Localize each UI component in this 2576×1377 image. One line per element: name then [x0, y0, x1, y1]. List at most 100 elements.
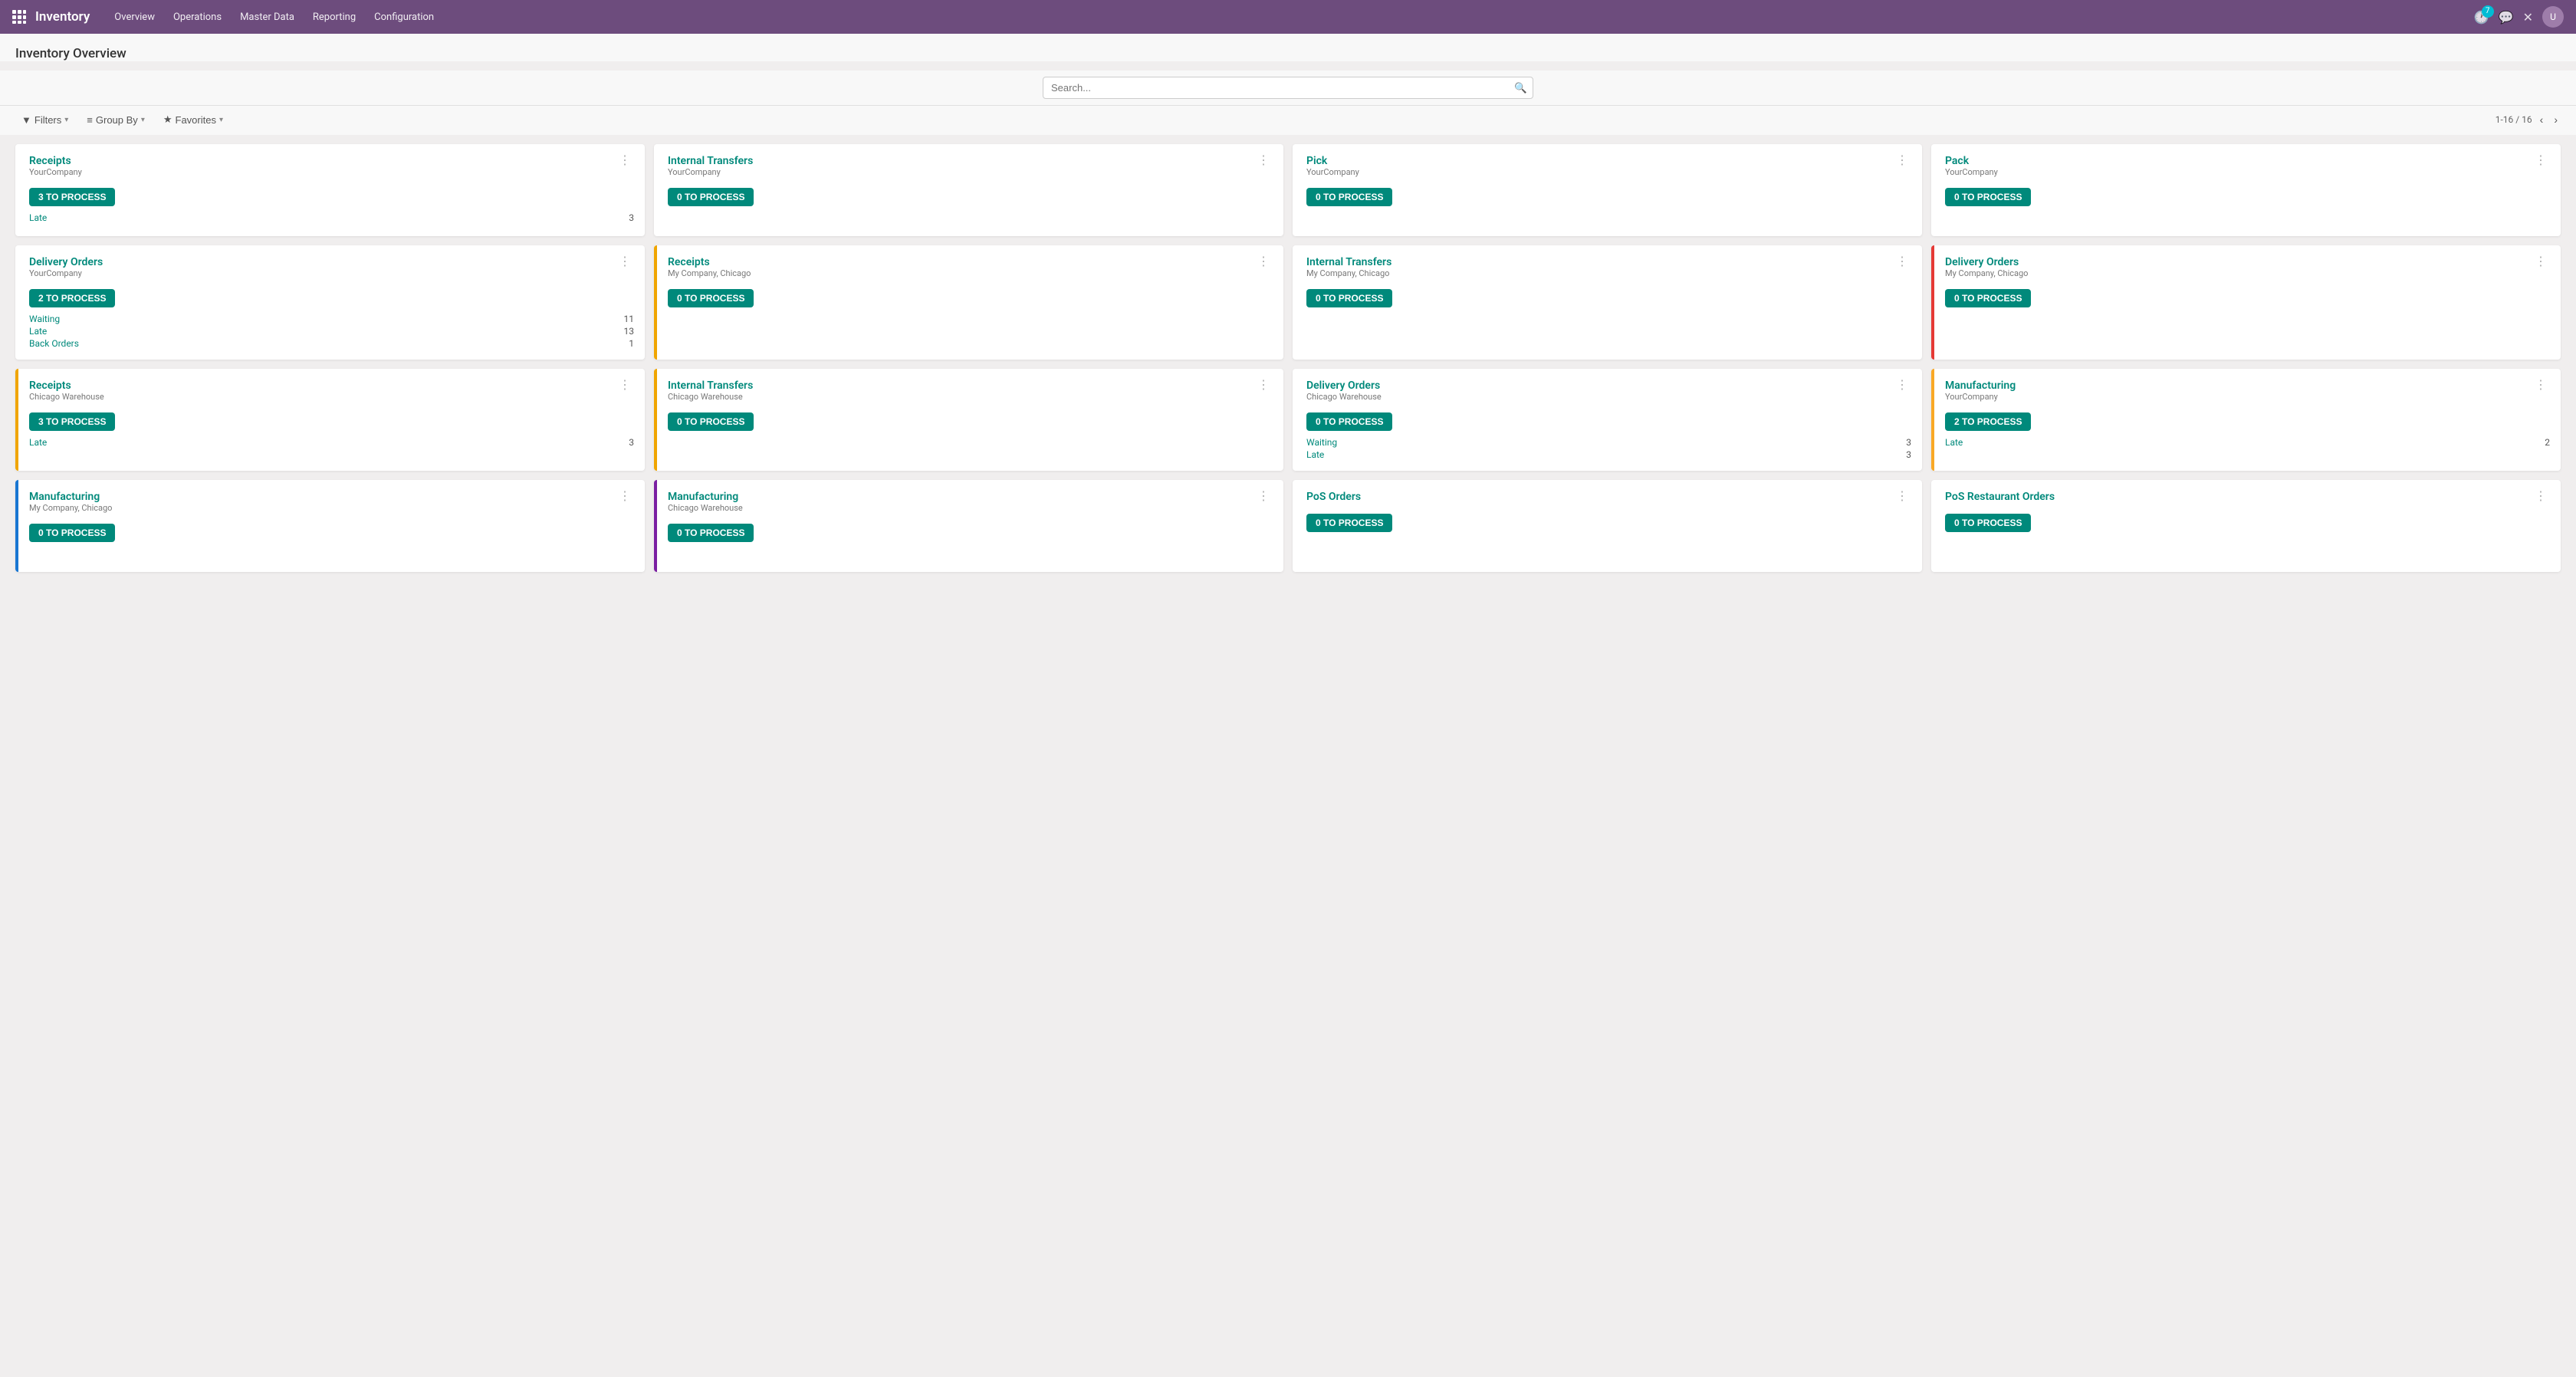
process-button[interactable]: 0 TO PROCESS — [668, 524, 754, 542]
process-button[interactable]: 0 TO PROCESS — [1306, 188, 1392, 206]
card-subtitle: My Company, Chicago — [1945, 268, 2028, 278]
card-menu-button[interactable]: ⋮ — [1893, 491, 1911, 503]
filters-button[interactable]: ▼ Filters ▾ — [15, 111, 74, 129]
card-menu-button[interactable]: ⋮ — [1254, 491, 1273, 503]
card-menu-button[interactable]: ⋮ — [616, 155, 634, 167]
process-button[interactable]: 0 TO PROCESS — [1306, 514, 1392, 532]
app-title: Inventory — [35, 9, 90, 25]
card-menu-button[interactable]: ⋮ — [1893, 256, 1911, 268]
filters-label: Filters — [34, 114, 61, 126]
pagination-text: 1-16 / 16 — [2496, 114, 2532, 125]
card-item[interactable]: Delivery Orders My Company, Chicago ⋮ 0 … — [1931, 245, 2561, 360]
stat-value: 3 — [1906, 449, 1911, 460]
card-stat-row: Late 13 — [29, 326, 634, 337]
page-header: Inventory Overview — [0, 34, 2576, 61]
nav-overview[interactable]: Overview — [114, 12, 155, 23]
stat-label: Late — [1945, 437, 1963, 448]
nav-configuration[interactable]: Configuration — [374, 12, 434, 23]
card-title-group: Internal Transfers Chicago Warehouse — [668, 380, 753, 409]
card-item[interactable]: Delivery Orders Chicago Warehouse ⋮ 0 TO… — [1293, 369, 1922, 471]
card-item[interactable]: Pick YourCompany ⋮ 0 TO PROCESS — [1293, 144, 1922, 236]
process-button[interactable]: 0 TO PROCESS — [1945, 188, 2031, 206]
process-button[interactable]: 0 TO PROCESS — [668, 289, 754, 307]
card-title: Internal Transfers — [668, 155, 753, 167]
card-item[interactable]: Receipts YourCompany ⋮ 3 TO PROCESS Late… — [15, 144, 645, 236]
card-menu-button[interactable]: ⋮ — [2532, 380, 2550, 392]
process-button[interactable]: 0 TO PROCESS — [1945, 289, 2031, 307]
process-button[interactable]: 2 TO PROCESS — [29, 289, 115, 307]
nav-master-data[interactable]: Master Data — [240, 12, 294, 23]
card-item[interactable]: Manufacturing Chicago Warehouse ⋮ 0 TO P… — [654, 480, 1283, 572]
stat-label: Late — [1306, 449, 1324, 460]
card-item[interactable]: Internal Transfers Chicago Warehouse ⋮ 0… — [654, 369, 1283, 471]
card-title: Receipts — [668, 256, 751, 268]
card-header: Pack YourCompany ⋮ — [1945, 155, 2550, 185]
card-item[interactable]: Internal Transfers YourCompany ⋮ 0 TO PR… — [654, 144, 1283, 236]
card-menu-button[interactable]: ⋮ — [1254, 380, 1273, 392]
card-menu-button[interactable]: ⋮ — [616, 491, 634, 503]
card-title: Manufacturing — [1945, 380, 2016, 392]
search-input[interactable] — [1043, 77, 1533, 99]
card-menu-button[interactable]: ⋮ — [1254, 155, 1273, 167]
close-icon[interactable]: ✕ — [2523, 10, 2533, 25]
card-menu-button[interactable]: ⋮ — [1254, 256, 1273, 268]
card-menu-button[interactable]: ⋮ — [616, 256, 634, 268]
filter-group: ▼ Filters ▾ ≡ Group By ▾ ★ Favorites ▾ — [15, 110, 229, 129]
nav-reporting[interactable]: Reporting — [313, 12, 356, 23]
stat-label: Waiting — [29, 314, 60, 324]
user-avatar[interactable]: U — [2542, 6, 2564, 28]
card-item[interactable]: PoS Orders ⋮ 0 TO PROCESS — [1293, 480, 1922, 572]
card-item[interactable]: Receipts Chicago Warehouse ⋮ 3 TO PROCES… — [15, 369, 645, 471]
process-button[interactable]: 2 TO PROCESS — [1945, 412, 2031, 431]
stat-label: Late — [29, 326, 47, 337]
stat-value: 3 — [629, 437, 634, 448]
process-button[interactable]: 0 TO PROCESS — [1306, 412, 1392, 431]
card-title: Delivery Orders — [1306, 380, 1382, 392]
card-header: Manufacturing Chicago Warehouse ⋮ — [668, 491, 1273, 521]
card-item[interactable]: Manufacturing YourCompany ⋮ 2 TO PROCESS… — [1931, 369, 2561, 471]
card-item[interactable]: Delivery Orders YourCompany ⋮ 2 TO PROCE… — [15, 245, 645, 360]
card-item[interactable]: Internal Transfers My Company, Chicago ⋮… — [1293, 245, 1922, 360]
card-title-group: Receipts My Company, Chicago — [668, 256, 751, 286]
nav-operations[interactable]: Operations — [173, 12, 222, 23]
pagination-prev[interactable]: ‹ — [2537, 112, 2547, 127]
process-button[interactable]: 0 TO PROCESS — [1306, 289, 1392, 307]
search-button[interactable]: 🔍 — [1514, 82, 1527, 94]
card-header: Receipts Chicago Warehouse ⋮ — [29, 380, 634, 409]
card-item[interactable]: Manufacturing My Company, Chicago ⋮ 0 TO… — [15, 480, 645, 572]
apps-grid-icon[interactable] — [12, 10, 26, 24]
process-button[interactable]: 3 TO PROCESS — [29, 188, 115, 206]
card-header: Manufacturing My Company, Chicago ⋮ — [29, 491, 634, 521]
process-button[interactable]: 0 TO PROCESS — [1945, 514, 2031, 532]
card-menu-button[interactable]: ⋮ — [1893, 155, 1911, 167]
process-button[interactable]: 0 TO PROCESS — [668, 412, 754, 431]
card-title: Internal Transfers — [668, 380, 753, 392]
favorites-button[interactable]: ★ Favorites ▾ — [157, 110, 229, 129]
card-title-group: Internal Transfers YourCompany — [668, 155, 753, 185]
group-by-button[interactable]: ≡ Group By ▾ — [80, 111, 151, 129]
process-button[interactable]: 3 TO PROCESS — [29, 412, 115, 431]
clock-icon[interactable]: 🕐 7 — [2474, 10, 2489, 25]
chat-icon[interactable]: 💬 — [2499, 10, 2514, 25]
search-wrapper: 🔍 — [1043, 77, 1533, 99]
card-menu-button[interactable]: ⋮ — [2532, 491, 2550, 503]
card-item[interactable]: Pack YourCompany ⋮ 0 TO PROCESS — [1931, 144, 2561, 236]
card-menu-button[interactable]: ⋮ — [616, 380, 634, 392]
card-item[interactable]: PoS Restaurant Orders ⋮ 0 TO PROCESS — [1931, 480, 2561, 572]
card-menu-button[interactable]: ⋮ — [1893, 380, 1911, 392]
pagination-next[interactable]: › — [2551, 112, 2561, 127]
card-item[interactable]: Receipts My Company, Chicago ⋮ 0 TO PROC… — [654, 245, 1283, 360]
card-title-group: Pack YourCompany — [1945, 155, 1998, 185]
card-stats: Waiting 11 Late 13 Back Orders 1 — [29, 314, 634, 349]
card-header: Internal Transfers My Company, Chicago ⋮ — [1306, 256, 1911, 286]
card-title: PoS Orders — [1306, 491, 1361, 503]
card-menu-button[interactable]: ⋮ — [2532, 155, 2550, 167]
card-stat-row: Late 2 — [1945, 437, 2550, 448]
process-button[interactable]: 0 TO PROCESS — [29, 524, 115, 542]
card-subtitle: YourCompany — [1945, 167, 1998, 177]
card-title: Internal Transfers — [1306, 256, 1392, 268]
card-subtitle: YourCompany — [1306, 167, 1359, 177]
card-stat-row: Late 3 — [29, 212, 634, 223]
process-button[interactable]: 0 TO PROCESS — [668, 188, 754, 206]
card-menu-button[interactable]: ⋮ — [2532, 256, 2550, 268]
